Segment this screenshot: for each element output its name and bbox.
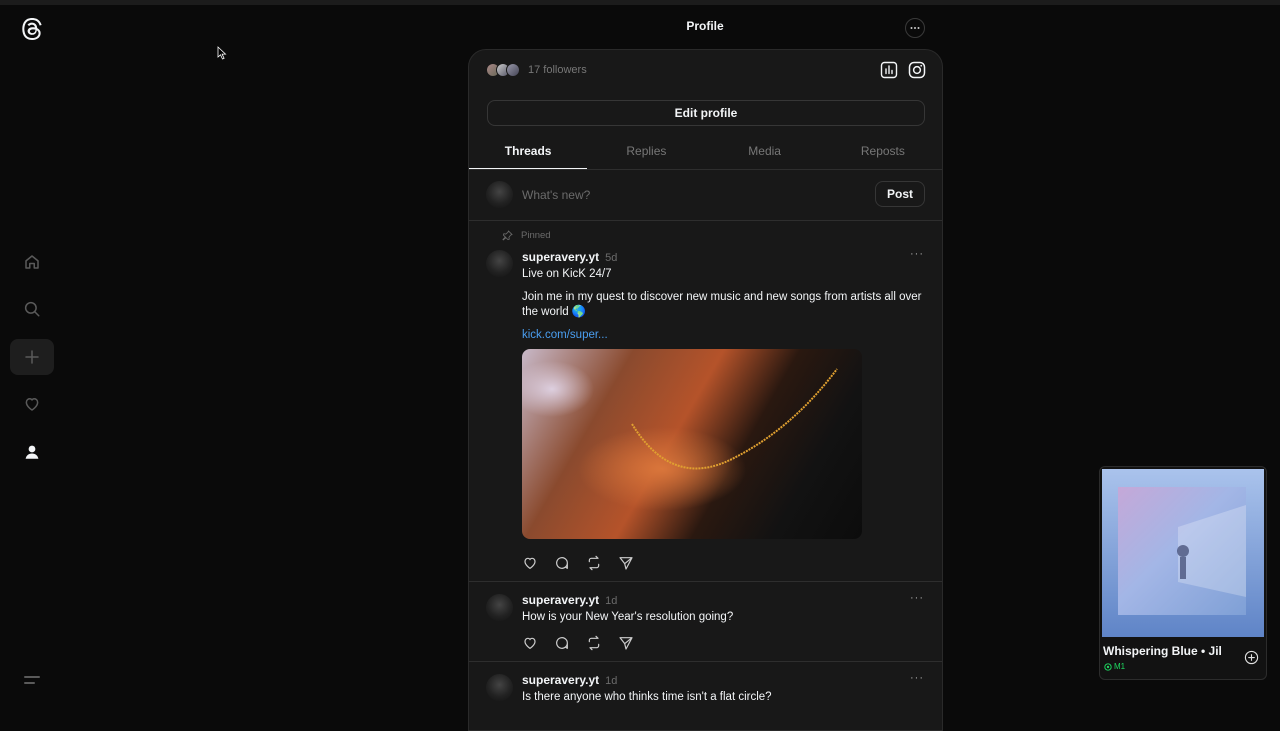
tab-media[interactable]: Media	[706, 137, 824, 169]
profile-panel: 17 followers Edit profile Threads Replie…	[468, 49, 943, 731]
avatar	[486, 181, 513, 208]
mini-player[interactable]: Whispering Blue • Jil M1	[1099, 466, 1267, 680]
header-more-button[interactable]	[905, 18, 925, 38]
avatar[interactable]	[486, 594, 513, 621]
thread-text: Is there anyone who thinks time isn't a …	[522, 691, 772, 703]
comment-icon[interactable]	[554, 555, 570, 576]
device-icon	[1104, 662, 1112, 671]
avatar[interactable]	[486, 674, 513, 701]
compose-input[interactable]: What's new?	[522, 188, 590, 202]
repost-icon[interactable]	[586, 555, 602, 576]
threads-logo-icon[interactable]	[18, 15, 46, 43]
left-navigation	[0, 0, 64, 720]
album-artwork	[1177, 505, 1246, 597]
edit-profile-button[interactable]: Edit profile	[487, 100, 925, 126]
heart-icon	[25, 398, 39, 411]
profile-tabs: Threads Replies Media Reposts	[469, 137, 942, 170]
thread-body: Join me in my quest to discover new musi…	[522, 291, 922, 318]
nav-profile-button[interactable]	[10, 434, 54, 470]
instagram-icon[interactable]	[908, 61, 926, 84]
pin-icon	[502, 230, 513, 241]
create-icon	[25, 350, 39, 364]
thread-actions	[522, 635, 634, 656]
thread-link[interactable]: kick.com/super...	[522, 329, 608, 341]
tab-reposts[interactable]: Reposts	[824, 137, 942, 169]
thread-time: 1d	[605, 595, 618, 607]
nav-search-button[interactable]	[10, 291, 54, 327]
add-circle-icon[interactable]	[1244, 650, 1259, 670]
necklace-photo	[631, 368, 838, 470]
thread-time: 1d	[605, 675, 618, 687]
pinned-indicator: Pinned	[502, 230, 551, 241]
avatar[interactable]	[486, 250, 513, 277]
tab-threads[interactable]: Threads	[469, 137, 588, 169]
device-name: M1	[1114, 662, 1126, 671]
thread-more-button[interactable]: ···	[910, 672, 924, 684]
username-text: superavery.yt	[522, 593, 600, 607]
followers-summary[interactable]: 17 followers	[486, 63, 587, 77]
thread-username[interactable]: superavery.yt 1d	[522, 673, 617, 687]
nav-create-button[interactable]	[10, 339, 54, 375]
thread-username[interactable]: superavery.yt 5d	[522, 250, 617, 264]
nav-activity-button[interactable]	[10, 386, 54, 422]
search-icon	[24, 301, 40, 317]
more-icon	[910, 27, 920, 29]
post-image[interactable]	[522, 349, 862, 539]
share-icon[interactable]	[618, 635, 634, 656]
username-text: superavery.yt	[522, 250, 600, 264]
post-button[interactable]: Post	[875, 181, 925, 207]
thread-item[interactable]: superavery.yt 1d ··· Is there anyone who …	[469, 662, 942, 730]
follower-avatar	[506, 63, 520, 77]
nav-home-button[interactable]	[10, 244, 54, 280]
repost-icon[interactable]	[586, 635, 602, 656]
insights-icon[interactable]	[880, 61, 898, 84]
thread-username[interactable]: superavery.yt 1d	[522, 593, 617, 607]
thread-time: 5d	[605, 252, 618, 264]
thread-actions	[522, 555, 634, 576]
home-icon	[25, 255, 39, 269]
comment-icon[interactable]	[554, 635, 570, 656]
pinned-label: Pinned	[521, 230, 551, 241]
like-icon[interactable]	[522, 555, 538, 576]
profile-icon	[25, 445, 39, 459]
thread-text: How is your New Year's resolution going?	[522, 611, 734, 623]
composer: What's new? Post	[469, 170, 942, 221]
thread-more-button[interactable]: ···	[910, 248, 924, 260]
thread-text: Live on KicK 24/7	[522, 268, 612, 280]
album-art[interactable]	[1118, 487, 1246, 615]
menu-icon[interactable]	[24, 673, 40, 691]
followers-count: 17 followers	[528, 64, 587, 76]
song-title[interactable]: Whispering Blue • Jil	[1103, 644, 1245, 658]
device-indicator[interactable]: M1	[1104, 662, 1125, 671]
username-text: superavery.yt	[522, 673, 600, 687]
thread-more-button[interactable]: ···	[910, 592, 924, 604]
tab-replies[interactable]: Replies	[587, 137, 705, 169]
thread-item[interactable]: superavery.yt 1d ··· How is your New Year…	[469, 582, 942, 662]
share-icon[interactable]	[618, 555, 634, 576]
window-top-border	[0, 0, 1280, 5]
thread-item[interactable]: Pinned superavery.yt 5d ··· Live on KicK …	[469, 221, 942, 582]
page-title: Profile	[686, 19, 724, 33]
mouse-cursor-icon	[217, 46, 227, 65]
like-icon[interactable]	[522, 635, 538, 656]
